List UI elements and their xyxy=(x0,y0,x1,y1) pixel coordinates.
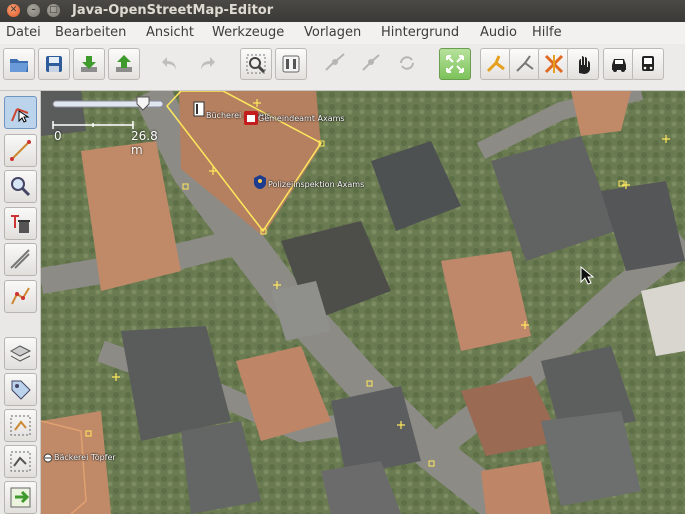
map-view[interactable]: 0 26.8 m Bücherei Axams Gemeindeamt Axam… xyxy=(41,91,685,514)
improve-way-icon xyxy=(11,287,30,305)
menu-werkzeuge[interactable]: Werkzeuge xyxy=(212,25,284,40)
bus-preset-icon xyxy=(642,56,654,71)
undo-icon xyxy=(162,57,176,70)
bakery-icon xyxy=(43,453,53,463)
draw-tool-button[interactable] xyxy=(4,134,37,167)
crossing-preset-icon xyxy=(544,54,564,74)
path-preset-icon xyxy=(516,55,534,72)
reverse-way-icon xyxy=(400,56,414,70)
split-way-icon xyxy=(325,53,345,71)
delete-tool-icon xyxy=(11,215,30,233)
conflict-list-button[interactable] xyxy=(4,481,37,514)
open-file-button[interactable] xyxy=(3,48,35,80)
mouse-cursor-icon xyxy=(580,266,594,285)
select-tool-button[interactable] xyxy=(4,96,37,129)
layers-button[interactable] xyxy=(4,337,37,370)
title-bar: ✕ – □ Java-OpenStreetMap-Editor xyxy=(0,0,685,22)
select-tool-icon xyxy=(11,108,30,123)
parallel-tool-button[interactable] xyxy=(4,243,37,276)
combine-way-icon xyxy=(362,54,380,71)
townhall-label: Gemeindeamt Axams xyxy=(258,114,345,123)
zoom-to-data-icon xyxy=(246,54,266,74)
bus-preset-button[interactable] xyxy=(632,48,664,80)
close-window-button[interactable]: ✕ xyxy=(7,4,20,17)
redo-icon xyxy=(201,57,215,70)
tags-icon xyxy=(11,380,31,400)
combine-way-button[interactable] xyxy=(356,48,386,78)
police-icon xyxy=(254,175,266,189)
draw-tool-icon xyxy=(10,140,31,161)
path-preset-button[interactable] xyxy=(509,48,541,80)
download-button[interactable] xyxy=(73,48,105,80)
tags-button[interactable] xyxy=(4,373,37,406)
menu-vorlagen[interactable]: Vorlagen xyxy=(304,25,361,40)
menu-bar: Datei Bearbeiten Ansicht Werkzeuge Vorla… xyxy=(0,22,685,45)
download-icon xyxy=(81,56,97,72)
minimize-window-button[interactable]: – xyxy=(27,4,40,17)
window-title: Java-OpenStreetMap-Editor xyxy=(72,3,274,18)
wireframe-toggle-icon xyxy=(446,55,464,73)
save-icon xyxy=(46,56,62,72)
scale-distance-label: 26.8 m xyxy=(131,129,158,157)
relation-icon xyxy=(10,451,31,472)
menu-audio[interactable]: Audio xyxy=(480,25,517,40)
layers-icon xyxy=(9,345,32,362)
police-label: Polizeiinspektion Axams xyxy=(268,180,365,189)
parallel-tool-icon xyxy=(10,249,30,269)
menu-hintergrund[interactable]: Hintergrund xyxy=(381,25,459,40)
redo-button[interactable] xyxy=(192,48,222,78)
barrier-preset-icon xyxy=(579,56,590,74)
relation-list-button[interactable] xyxy=(4,445,37,478)
preferences-icon xyxy=(282,55,300,73)
zoom-tool-icon xyxy=(11,177,31,197)
road-preset-icon xyxy=(486,55,505,73)
car-preset-button[interactable] xyxy=(603,48,635,80)
zoom-tool-button[interactable] xyxy=(4,170,37,203)
improve-way-button[interactable] xyxy=(4,280,37,313)
wireframe-toggle-button[interactable] xyxy=(439,48,471,80)
save-button[interactable] xyxy=(38,48,70,80)
library-icon xyxy=(193,101,205,117)
conflict-icon xyxy=(10,487,31,508)
delete-tool-button[interactable] xyxy=(4,207,37,240)
split-way-button[interactable] xyxy=(320,48,350,78)
menu-hilfe[interactable]: Hilfe xyxy=(532,25,562,40)
car-preset-icon xyxy=(612,59,626,72)
upload-button[interactable] xyxy=(108,48,140,80)
barrier-preset-button[interactable] xyxy=(567,48,599,80)
townhall-icon xyxy=(244,111,258,125)
crossing-preset-button[interactable] xyxy=(538,48,570,80)
scale-bar: 0 26.8 m xyxy=(51,95,171,157)
open-file-icon xyxy=(10,59,28,72)
maximize-window-button[interactable]: □ xyxy=(47,4,60,17)
menu-datei[interactable]: Datei xyxy=(6,25,41,40)
edit-mode-toolbar xyxy=(0,91,41,514)
road-preset-button[interactable] xyxy=(480,48,512,80)
undo-button[interactable] xyxy=(155,48,185,78)
reverse-way-button[interactable] xyxy=(392,48,422,78)
main-toolbar xyxy=(0,44,685,91)
scale-zero-label: 0 xyxy=(54,129,62,143)
menu-ansicht[interactable]: Ansicht xyxy=(146,25,194,40)
zoom-to-data-button[interactable] xyxy=(240,48,272,80)
upload-icon xyxy=(116,55,132,72)
menu-bearbeiten[interactable]: Bearbeiten xyxy=(55,25,126,40)
preferences-button[interactable] xyxy=(275,48,307,80)
selection-list-button[interactable] xyxy=(4,409,37,442)
selection-icon xyxy=(10,415,31,436)
bakery-label: Bäckerei Töpfer xyxy=(54,453,116,462)
